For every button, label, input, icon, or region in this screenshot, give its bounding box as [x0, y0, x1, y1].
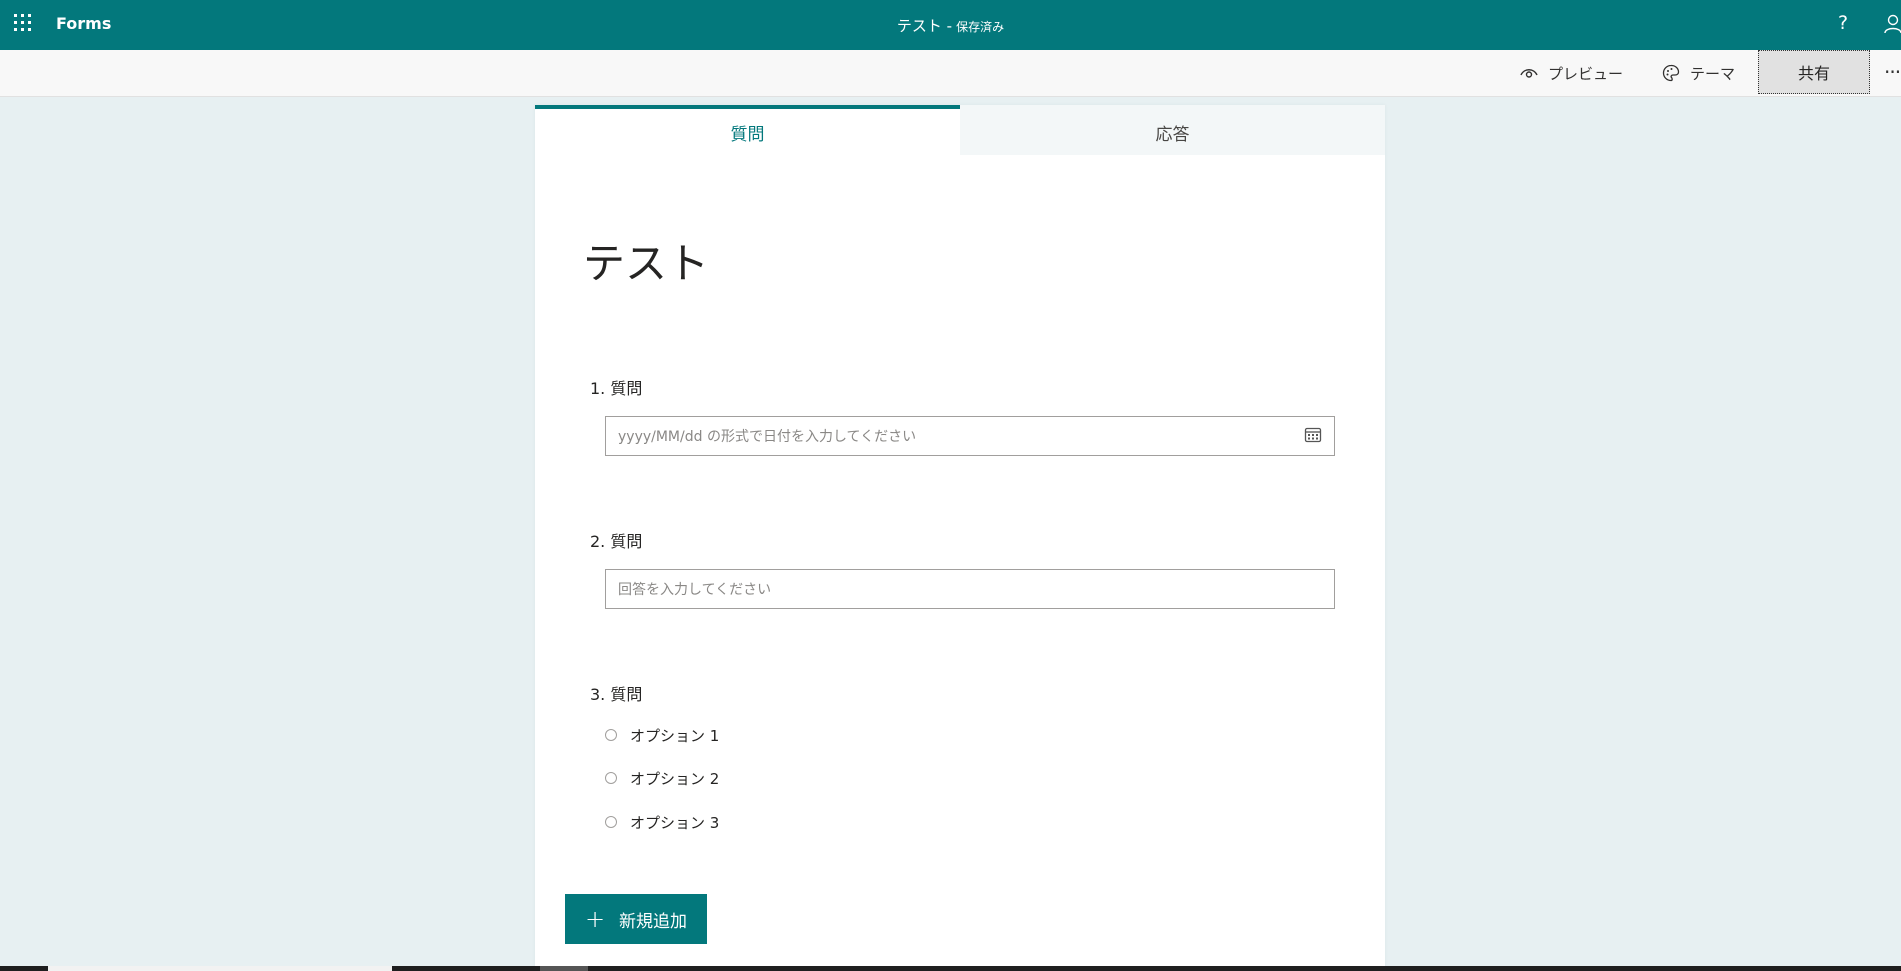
saved-status: 保存済み	[956, 20, 1005, 34]
user-icon[interactable]	[1884, 14, 1901, 38]
question-3-label: 3. 質問	[590, 685, 643, 704]
top-header: Forms テスト - 保存済み ?	[0, 0, 1901, 50]
date-input[interactable]: yyyy/MM/dd の形式で日付を入力してください	[605, 416, 1335, 456]
bottom-scrollbar[interactable]	[0, 966, 1901, 971]
text-answer-placeholder: 回答を入力してください	[618, 582, 772, 598]
theme-label: テーマ	[1690, 64, 1736, 83]
scrollbar-thumb[interactable]	[48, 966, 392, 971]
theme-button[interactable]: テーマ	[1662, 50, 1735, 96]
form-title[interactable]: テスト	[583, 230, 709, 291]
text-answer-input[interactable]: 回答を入力してください	[605, 569, 1335, 609]
option-label: オプション 3	[630, 813, 720, 832]
document-title: テスト - 保存済み	[0, 15, 1901, 36]
radio-button[interactable]	[605, 816, 617, 828]
command-bar: プレビュー テーマ 共有 ···	[0, 50, 1901, 97]
eye-icon	[1520, 69, 1538, 78]
choice-option-3[interactable]: オプション 3	[605, 811, 719, 833]
add-new-button[interactable]: + 新規追加	[565, 894, 707, 944]
question-2-label: 2. 質問	[590, 532, 643, 551]
plus-icon: +	[584, 905, 606, 933]
help-icon[interactable]: ?	[1838, 12, 1848, 34]
preview-label: プレビュー	[1548, 64, 1624, 83]
date-input-placeholder: yyyy/MM/dd の形式で日付を入力してください	[618, 429, 917, 445]
tab-bar: 質問 応答	[535, 105, 1385, 155]
radio-button[interactable]	[605, 772, 617, 784]
radio-button[interactable]	[605, 729, 617, 741]
preview-button[interactable]: プレビュー	[1520, 50, 1623, 96]
document-title-text: テスト -	[896, 17, 953, 35]
choice-option-2[interactable]: オプション 2	[605, 767, 719, 789]
option-label: オプション 1	[630, 726, 720, 745]
choice-option-1[interactable]: オプション 1	[605, 724, 719, 746]
question-1-label: 1. 質問	[590, 379, 643, 398]
palette-icon	[1662, 64, 1680, 82]
option-label: オプション 2	[630, 769, 720, 788]
tab-questions[interactable]: 質問	[535, 105, 960, 155]
more-options-icon[interactable]: ···	[1884, 60, 1901, 84]
tab-responses[interactable]: 応答	[960, 105, 1385, 155]
form-card: 質問 応答 テスト 1. 質問 yyyy/MM/dd の形式で日付を入力してくだ…	[535, 105, 1385, 971]
calendar-icon[interactable]	[1304, 426, 1322, 444]
share-button[interactable]: 共有	[1758, 50, 1870, 94]
add-new-label: 新規追加	[619, 911, 688, 932]
scrollbar-marker	[540, 966, 588, 971]
